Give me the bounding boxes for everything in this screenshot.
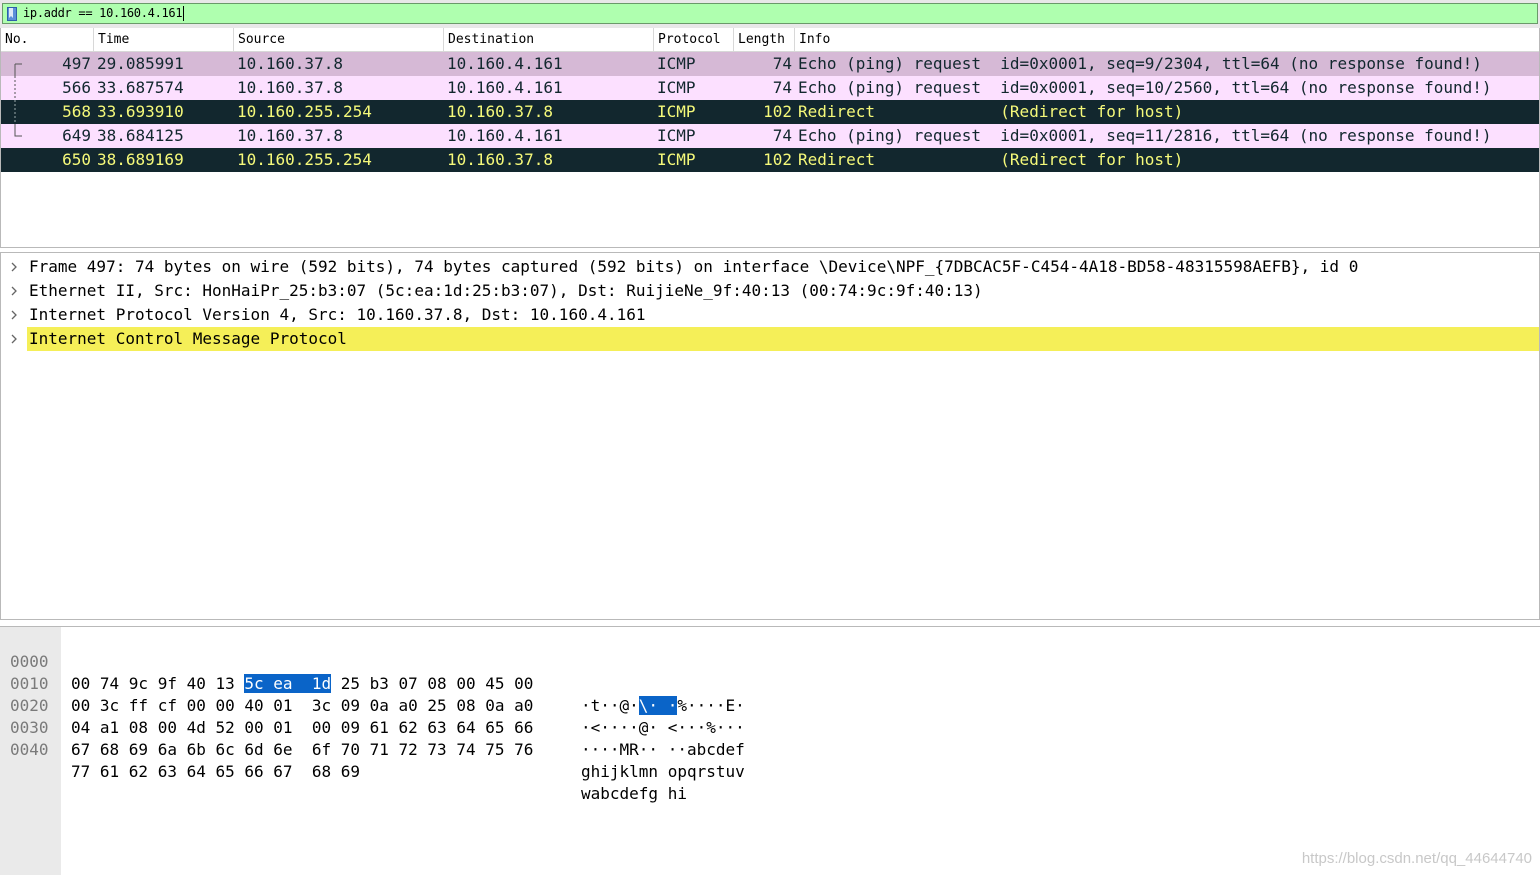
packet-destination: 10.160.37.8 (447, 102, 553, 121)
column-header-destination[interactable]: Destination (444, 28, 654, 51)
packet-details-pane[interactable]: Frame 497: 74 bytes on wire (592 bits), … (0, 252, 1540, 620)
packet-protocol: ICMP (657, 150, 696, 169)
packet-info: Echo (ping) request id=0x0001, seq=11/28… (798, 126, 1492, 145)
packet-time: 33.687574 (97, 78, 184, 97)
hex-dump[interactable]: 67 68 69 6a 6b 6c 6d 6e 6f 70 71 72 73 7… (71, 739, 533, 761)
packet-source: 10.160.255.254 (237, 102, 372, 121)
ascii-dump[interactable]: wabcdefg hi (581, 783, 687, 805)
packet-protocol: ICMP (657, 102, 696, 121)
packet-info: Echo (ping) request id=0x0001, seq=10/25… (798, 78, 1492, 97)
packet-time: 38.684125 (97, 126, 184, 145)
packet-length: 74 (772, 54, 792, 73)
chevron-right-icon[interactable] (1, 310, 27, 320)
detail-tree-item-frame[interactable]: Frame 497: 74 bytes on wire (592 bits), … (1, 255, 1539, 279)
packet-row[interactable]: 497 29.085991 10.160.37.8 10.160.4.161 I… (1, 52, 1539, 76)
display-filter-input[interactable]: ip.addr == 10.160.4.161 (2, 3, 1538, 24)
packet-source: 10.160.37.8 (237, 78, 343, 97)
detail-tree-item-icmp[interactable]: Internet Control Message Protocol (1, 327, 1539, 351)
column-header-length[interactable]: Length (734, 28, 795, 51)
column-header-time[interactable]: Time (94, 28, 234, 51)
ascii-dump[interactable]: ghijklmn opqrstuv (581, 761, 745, 783)
packet-time: 38.689169 (97, 150, 184, 169)
packet-length: 102 (763, 102, 792, 121)
bytes-row[interactable]: 0030 67 68 69 6a 6b 6c 6d 6e 6f 70 71 72… (0, 695, 745, 781)
packet-row[interactable]: 568 33.693910 10.160.255.254 10.160.37.8… (1, 100, 1539, 124)
column-header-protocol[interactable]: Protocol (654, 28, 734, 51)
detail-label: Internet Control Message Protocol (27, 327, 1539, 351)
column-header-source[interactable]: Source (234, 28, 444, 51)
packet-source: 10.160.37.8 (237, 126, 343, 145)
filter-text[interactable]: ip.addr == 10.160.4.161 (23, 6, 185, 21)
conversation-line-icon (14, 100, 16, 124)
packet-bytes-pane[interactable]: 0000 00 74 9c 9f 40 13 5c ea 1d 25 b3 07… (0, 626, 1540, 875)
conversation-start-icon (14, 63, 22, 76)
chevron-right-icon[interactable] (1, 286, 27, 296)
detail-label: Ethernet II, Src: HonHaiPr_25:b3:07 (5c:… (29, 281, 983, 300)
packet-destination: 10.160.4.161 (447, 78, 563, 97)
detail-label: Internet Protocol Version 4, Src: 10.160… (29, 305, 646, 324)
packet-row[interactable]: 566 33.687574 10.160.37.8 10.160.4.161 I… (1, 76, 1539, 100)
detail-tree-item-ipv4[interactable]: Internet Protocol Version 4, Src: 10.160… (1, 303, 1539, 327)
packet-length: 74 (772, 78, 792, 97)
packet-list-pane[interactable]: No. Time Source Destination Protocol Len… (0, 28, 1540, 248)
byte-offset: 0040 (10, 740, 49, 759)
chevron-right-icon[interactable] (1, 334, 27, 344)
packet-length: 74 (772, 126, 792, 145)
packet-list-header: No. Time Source Destination Protocol Len… (1, 28, 1539, 52)
ascii-dump[interactable]: ····MR·· ··abcdef (581, 739, 745, 761)
display-filter-toolbar: ip.addr == 10.160.4.161 (0, 0, 1540, 28)
bookmark-icon[interactable] (5, 5, 19, 22)
packet-time: 33.693910 (97, 102, 184, 121)
bytes-row[interactable]: 0000 00 74 9c 9f 40 13 5c ea 1d 25 b3 07… (0, 629, 745, 715)
packet-row[interactable]: 650 38.689169 10.160.255.254 10.160.37.8… (1, 148, 1539, 172)
packet-destination: 10.160.37.8 (447, 150, 553, 169)
hex-dump[interactable]: 77 61 62 63 64 65 66 67 68 69 (71, 761, 360, 783)
ascii-dump[interactable]: ·t··@·\· ·%····E· (581, 695, 745, 717)
hex-dump[interactable]: 00 3c ff cf 00 00 40 01 3c 09 0a a0 25 0… (71, 695, 533, 717)
packet-row[interactable]: 649 38.684125 10.160.37.8 10.160.4.161 I… (1, 124, 1539, 148)
packet-length: 102 (763, 150, 792, 169)
watermark: https://blog.csdn.net/qq_44644740 (1301, 850, 1532, 867)
packet-source: 10.160.37.8 (237, 54, 343, 73)
selected-ascii[interactable]: \· · (638, 696, 678, 715)
packet-protocol: ICMP (657, 54, 696, 73)
hex-dump[interactable]: 04 a1 08 00 4d 52 00 01 00 09 61 62 63 6… (71, 717, 533, 739)
ascii-dump[interactable]: ·<····@· <···%··· (581, 717, 745, 739)
packet-info: Redirect (Redirect for host) (798, 102, 1184, 121)
packet-destination: 10.160.4.161 (447, 54, 563, 73)
packet-time: 29.085991 (97, 54, 184, 73)
bytes-row[interactable]: 0020 04 a1 08 00 4d 52 00 01 00 09 61 62… (0, 673, 745, 759)
packet-no: 650 (62, 150, 91, 169)
bytes-row[interactable]: 0010 00 3c ff cf 00 00 40 01 3c 09 0a a0… (0, 651, 745, 737)
packet-protocol: ICMP (657, 126, 696, 145)
conversation-end-icon (14, 124, 22, 137)
column-header-no[interactable]: No. (1, 28, 94, 51)
packet-destination: 10.160.4.161 (447, 126, 563, 145)
hex-dump[interactable]: 00 74 9c 9f 40 13 5c ea 1d 25 b3 07 08 0… (71, 673, 533, 695)
conversation-line-icon (14, 76, 16, 100)
selected-bytes[interactable]: 5c ea 1d (244, 674, 332, 693)
packet-source: 10.160.255.254 (237, 150, 372, 169)
column-header-info[interactable]: Info (795, 28, 1539, 51)
packet-info: Echo (ping) request id=0x0001, seq=9/230… (798, 54, 1482, 73)
detail-label: Frame 497: 74 bytes on wire (592 bits), … (29, 257, 1359, 276)
bytes-row[interactable]: 0040 77 61 62 63 64 65 66 67 68 69 wabcd… (0, 717, 687, 803)
packet-protocol: ICMP (657, 78, 696, 97)
chevron-right-icon[interactable] (1, 262, 27, 272)
packet-info: Redirect (Redirect for host) (798, 150, 1184, 169)
detail-tree-item-ethernet[interactable]: Ethernet II, Src: HonHaiPr_25:b3:07 (5c:… (1, 279, 1539, 303)
